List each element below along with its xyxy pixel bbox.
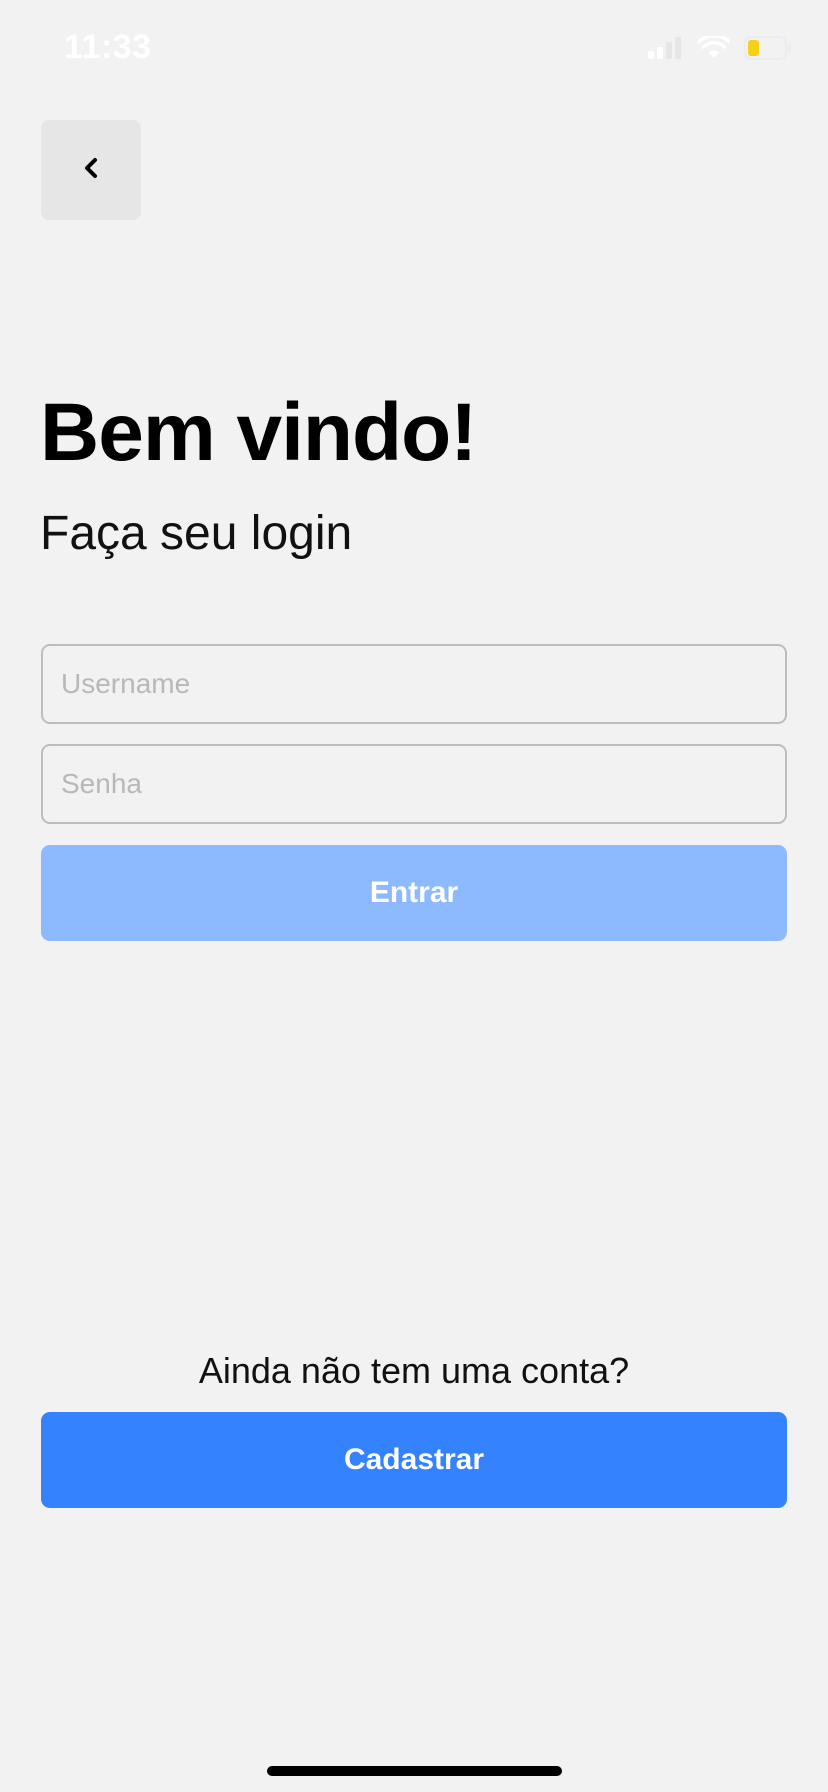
back-button[interactable] [41,120,141,220]
home-indicator [267,1766,562,1776]
username-input[interactable] [41,644,787,724]
status-icons [648,33,792,65]
register-button[interactable]: Cadastrar [41,1412,787,1508]
wifi-icon [697,33,731,65]
status-time: 11:33 [64,28,152,66]
signal-icon [648,36,684,64]
password-input[interactable] [41,744,787,824]
status-bar: 11:33 [0,0,828,100]
page-title: Bem vindo! [40,387,477,478]
page-subtitle: Faça seu login [40,507,353,560]
battery-icon [744,35,792,65]
login-button[interactable]: Entrar [41,845,787,941]
signup-prompt: Ainda não tem uma conta? [198,1350,630,1391]
chevron-left-icon [81,154,101,187]
